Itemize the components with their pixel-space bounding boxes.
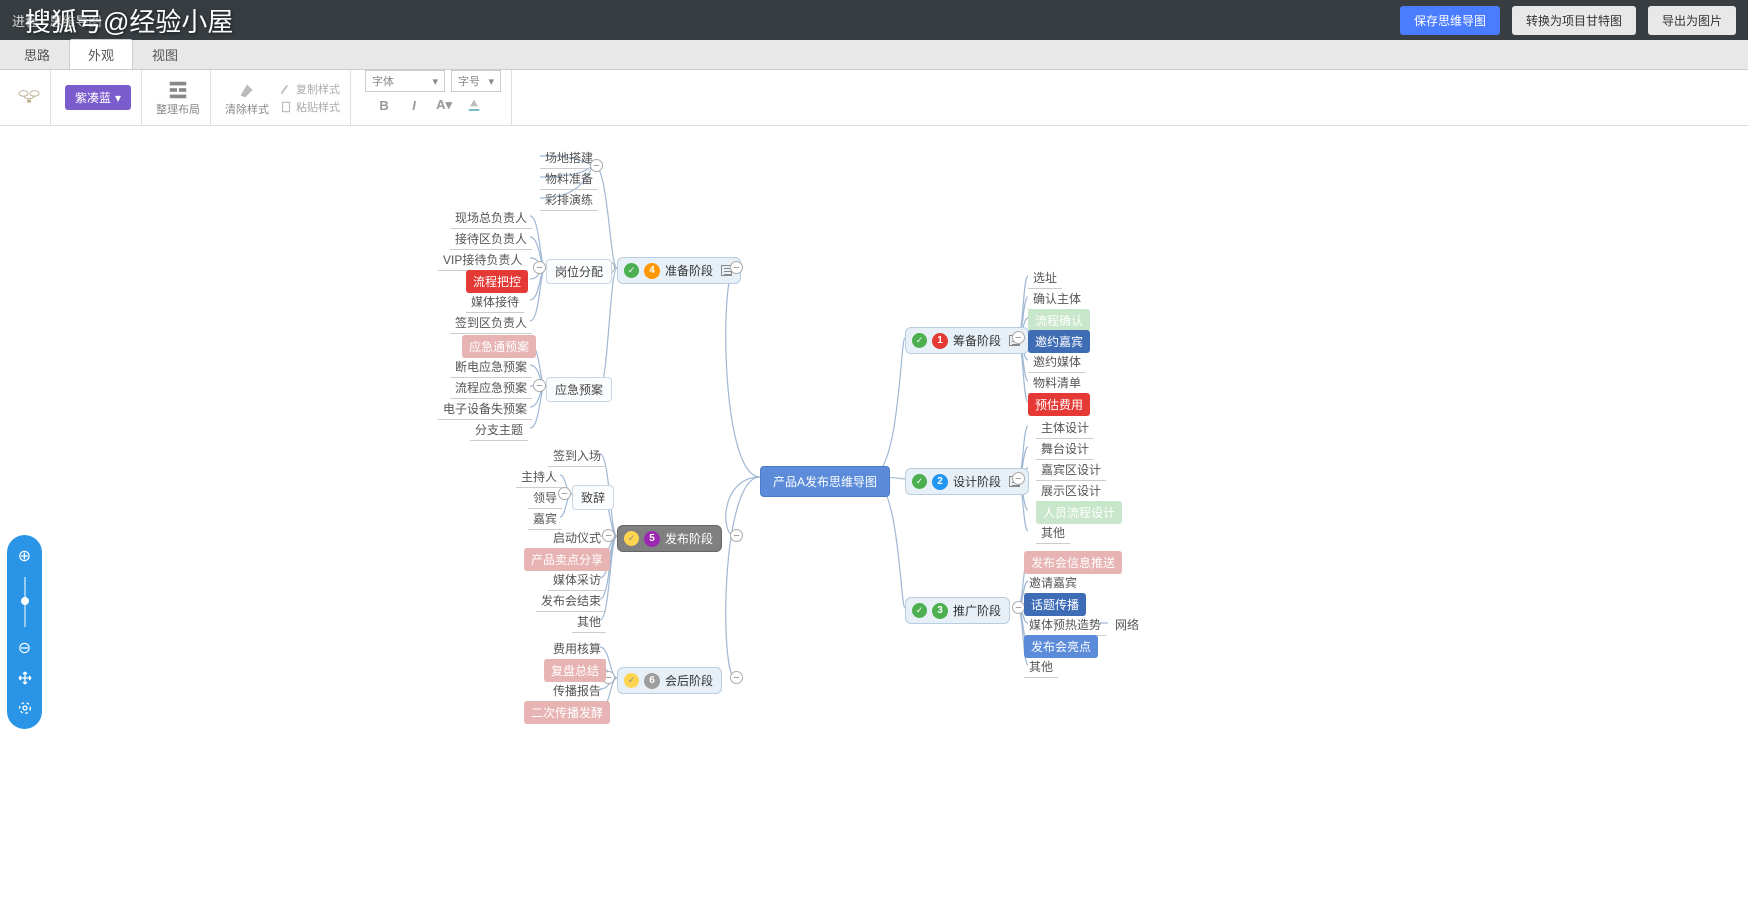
leaf[interactable]: 发布会信息推送 <box>1024 551 1122 574</box>
expand-toggle[interactable]: − <box>730 529 743 542</box>
font-size-select[interactable]: 字号▾ <box>451 70 501 92</box>
leaf[interactable]: 主体设计 <box>1036 417 1094 439</box>
leaf[interactable]: 嘉宾区设计 <box>1036 459 1106 481</box>
fill-color-button[interactable] <box>465 96 483 114</box>
connection-lines <box>0 126 1748 900</box>
leaf[interactable]: 物料清单 <box>1028 372 1086 394</box>
stage-promotion[interactable]: 3推广阶段 <box>905 597 1010 624</box>
leaf[interactable]: 流程应急预案 <box>450 377 532 399</box>
leaf[interactable]: 接待区负责人 <box>450 228 532 250</box>
leaf[interactable]: 邀约嘉宾 <box>1028 330 1090 353</box>
root-node[interactable]: 产品A发布思维导图 <box>760 466 890 497</box>
leaf[interactable]: 复盘总结 <box>544 659 606 682</box>
leaf[interactable]: 领导 <box>528 487 562 509</box>
leaf[interactable]: 启动仪式 <box>548 527 606 549</box>
leaf[interactable]: 物料准备 <box>540 168 598 190</box>
zoom-thumb[interactable] <box>21 597 29 605</box>
header-title: 进程 · 思维导图 <box>12 11 102 30</box>
zoom-out-button[interactable]: ⊖ <box>16 639 34 657</box>
leaf[interactable]: 流程确认 <box>1028 309 1090 332</box>
expand-toggle[interactable]: − <box>533 261 546 274</box>
font-color-button[interactable]: A▾ <box>435 96 453 114</box>
leaf[interactable]: 彩排演练 <box>540 189 598 211</box>
stage-prepare[interactable]: 1筹备阶段 <box>905 327 1029 354</box>
expand-toggle[interactable]: − <box>590 159 603 172</box>
leaf[interactable]: 发布会亮点 <box>1024 635 1098 658</box>
locate-icon[interactable] <box>16 699 34 717</box>
leaf[interactable]: 邀约媒体 <box>1028 351 1086 373</box>
stage-design[interactable]: 2设计阶段 <box>905 468 1029 495</box>
leaf[interactable]: 二次传播发酵 <box>524 701 610 724</box>
font-family-select[interactable]: 字体▾ <box>365 70 445 92</box>
copy-style-button[interactable]: 复制样式 <box>279 81 340 97</box>
leaf[interactable]: 人员流程设计 <box>1036 501 1122 524</box>
leaf[interactable]: 媒体接待 <box>466 291 524 313</box>
stage-after[interactable]: 6会后阶段 <box>617 667 722 694</box>
expand-toggle[interactable]: − <box>730 671 743 684</box>
convert-gantt-button[interactable]: 转换为项目甘特图 <box>1512 6 1636 35</box>
leaf[interactable]: 其他 <box>1036 522 1070 544</box>
leaf[interactable]: 产品卖点分享 <box>524 548 610 571</box>
expand-toggle[interactable]: − <box>1012 472 1025 485</box>
leaf[interactable]: 费用核算 <box>548 638 606 660</box>
stage-release[interactable]: 5发布阶段 <box>617 525 722 552</box>
clear-style-button[interactable]: 清除样式 <box>225 79 269 117</box>
layout-button[interactable]: 整理布局 <box>156 79 200 117</box>
export-image-button[interactable]: 导出为图片 <box>1648 6 1736 35</box>
expand-toggle[interactable]: − <box>533 379 546 392</box>
expand-toggle[interactable]: − <box>1012 331 1025 344</box>
leaf[interactable]: 其他 <box>1024 656 1058 678</box>
leaf[interactable]: 话题传播 <box>1024 593 1086 616</box>
bold-button[interactable]: B <box>375 96 393 114</box>
save-button[interactable]: 保存思维导图 <box>1400 6 1500 35</box>
leaf[interactable]: 签到入场 <box>548 445 606 467</box>
leaf[interactable]: 确认主体 <box>1028 288 1086 310</box>
leaf[interactable]: 其他 <box>572 611 606 633</box>
app-header: 进程 · 思维导图 保存思维导图 转换为项目甘特图 导出为图片 <box>0 0 1748 40</box>
theme-select[interactable]: 紫凑蓝▾ <box>65 85 131 110</box>
leaf[interactable]: 媒体预热造势 <box>1024 614 1106 636</box>
italic-button[interactable]: I <box>405 96 423 114</box>
expand-toggle[interactable]: − <box>730 261 743 274</box>
stage-ready[interactable]: 4准备阶段 <box>617 257 741 284</box>
mindmap-canvas[interactable]: 产品A发布思维导图 1筹备阶段 − 2设计阶段 − 3推广阶段 − 选址 确认主… <box>0 126 1748 900</box>
leaf[interactable]: 选址 <box>1028 267 1062 289</box>
leaf[interactable]: VIP接待负责人 <box>438 249 527 271</box>
leaf[interactable]: 应急通预案 <box>462 335 536 358</box>
leaf[interactable]: 流程把控 <box>466 270 528 293</box>
structure-icon[interactable] <box>18 87 40 109</box>
leaf[interactable]: 主持人 <box>516 466 562 488</box>
leaf[interactable]: 舞台设计 <box>1036 438 1094 460</box>
leaf[interactable]: 签到区负责人 <box>450 312 532 334</box>
leaf[interactable]: 断电应急预案 <box>450 356 532 378</box>
leaf[interactable]: 邀请嘉宾 <box>1024 572 1082 594</box>
tab-view[interactable]: 视图 <box>133 39 197 69</box>
leaf[interactable]: 发布会结束 <box>536 590 606 612</box>
paste-style-button[interactable]: 粘贴样式 <box>279 99 340 115</box>
zoom-in-button[interactable]: ⊕ <box>16 547 34 565</box>
move-icon[interactable] <box>16 669 34 687</box>
tab-bar: 思路 外观 视图 <box>0 40 1748 70</box>
leaf[interactable]: 电子设备失预案 <box>438 398 532 420</box>
leaf[interactable]: 预估费用 <box>1028 393 1090 416</box>
leaf[interactable]: 分支主题 <box>470 419 528 441</box>
leaf[interactable]: 展示区设计 <box>1036 480 1106 502</box>
zoom-slider[interactable] <box>24 577 26 627</box>
toolbar: 紫凑蓝▾ 整理布局 清除样式 复制样式 粘贴样式 字体▾ 字号▾ B I A▾ <box>0 70 1748 126</box>
zoom-panel: ⊕ ⊖ <box>7 535 42 729</box>
tab-appearance[interactable]: 外观 <box>69 39 133 69</box>
leaf[interactable]: 传播报告 <box>548 680 606 702</box>
leaf-extra[interactable]: 网络 <box>1110 614 1144 635</box>
leaf[interactable]: 现场总负责人 <box>450 207 532 229</box>
mid-node[interactable]: 应急预案 <box>546 377 612 402</box>
mid-node[interactable]: 岗位分配 <box>546 259 612 284</box>
leaf[interactable]: 媒体采访 <box>548 569 606 591</box>
tab-idea[interactable]: 思路 <box>5 39 69 69</box>
mid-node[interactable]: 致辞 <box>572 485 614 510</box>
